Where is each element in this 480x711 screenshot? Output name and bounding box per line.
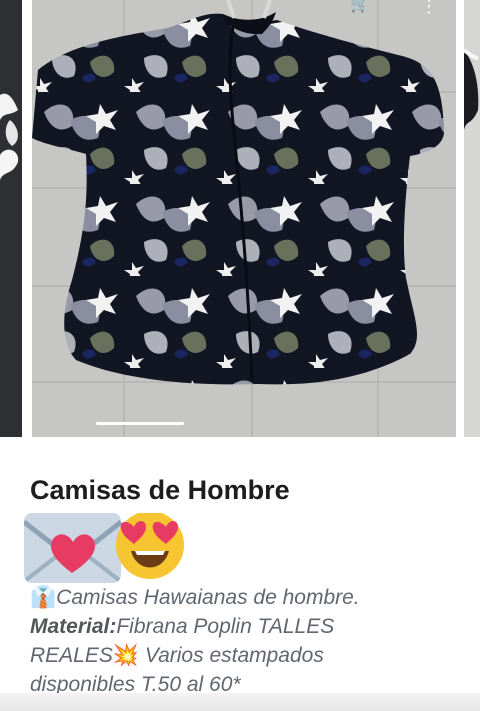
product-photo[interactable]: 🛒 ⋮: [32, 0, 456, 437]
product-description: 👔Camisas Hawaianas de hombre. Material:F…: [30, 586, 360, 696]
envelope-heart-icon: [22, 513, 123, 583]
cart-icon[interactable]: 🛒: [350, 0, 370, 14]
product-details: Camisas de Hombre 👔Camisas Hawaianas de …: [0, 437, 480, 711]
previous-shirt-image: [0, 0, 22, 437]
emoji-row: [22, 511, 184, 583]
photo-carousel-indicator: [96, 422, 184, 425]
next-photo-preview[interactable]: [462, 0, 480, 437]
heart-eyes-icon: [116, 511, 184, 579]
bottom-shadow: [0, 693, 480, 711]
previous-photo-preview[interactable]: [0, 0, 22, 437]
next-shirt-image: [462, 0, 480, 437]
more-icon[interactable]: ⋮: [420, 0, 438, 17]
hawaiian-shirt-image: [32, 0, 456, 437]
product-gallery[interactable]: 🛒 ⋮: [0, 0, 480, 437]
emoji-images: [22, 511, 184, 583]
tie-icon: 👔: [30, 586, 57, 609]
product-title: Camisas de Hombre: [30, 475, 290, 505]
spark-icon: 💥: [112, 644, 140, 667]
